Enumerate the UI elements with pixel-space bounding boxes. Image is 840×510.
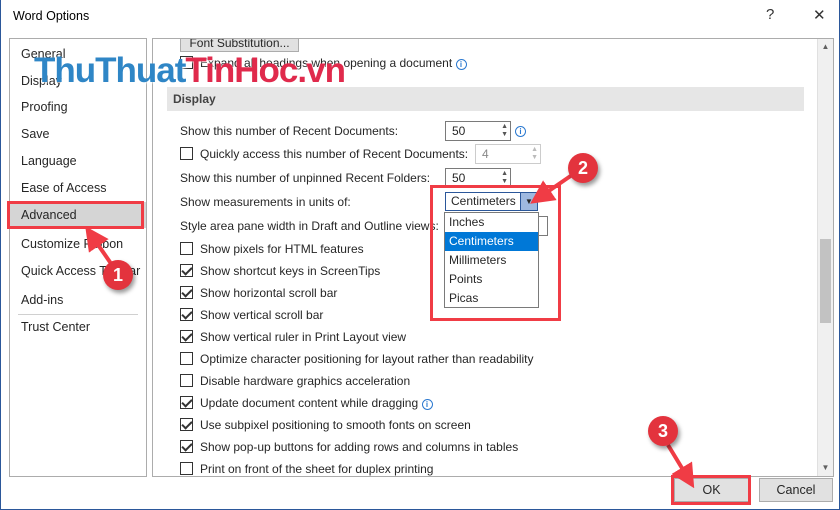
sidebar: General Display Proofing Save Language E… [9,38,147,477]
checkbox[interactable] [180,440,193,453]
checkbox[interactable] [180,242,193,255]
option-checkbox-row[interactable]: Show horizontal scroll bar [180,284,337,302]
option-checkbox-row[interactable]: Show vertical ruler in Print Layout view [180,328,406,346]
option-label: Show vertical ruler in Print Layout view [200,330,407,344]
option-checkbox-row[interactable]: Disable hardware graphics acceleration [180,372,410,390]
checkbox[interactable] [180,374,193,387]
option-checkbox-row[interactable]: Print on front of the sheet for duplex p… [180,460,434,476]
option-checkbox-row[interactable]: Show vertical scroll bar [180,306,323,324]
option-label: Show shortcut keys in ScreenTips [200,264,381,278]
spin-arrows-icon: ▲ ▼ [531,146,538,161]
option-checkbox-row[interactable]: Show shortcut keys in ScreenTips [180,262,380,280]
scrollbar-thumb[interactable] [820,239,831,323]
spinner-value: 50 [452,171,466,185]
sidebar-item-add-ins[interactable]: Add-ins [10,287,146,313]
scroll-down-icon[interactable]: ▼ [818,460,833,476]
close-button[interactable]: ✕ [813,6,826,24]
help-button[interactable]: ? [766,6,774,23]
dialog-title: Word Options [13,9,90,23]
checkbox[interactable] [180,396,193,409]
option-label: Show pixels for HTML features [200,242,364,256]
checkbox[interactable] [180,264,193,277]
checkbox[interactable] [180,308,193,321]
sidebar-item-customize-ribbon[interactable]: Customize Ribbon [10,231,146,257]
checkbox[interactable] [180,147,193,160]
spin-arrows-icon[interactable]: ▲ ▼ [501,170,508,186]
option-label: Print on front of the sheet for duplex p… [200,462,434,476]
step-badge-2: 2 [568,153,598,183]
quick-access-option[interactable]: Quickly access this number of Recent Doc… [180,145,468,163]
option-label: Quickly access this number of Recent Doc… [200,147,469,161]
sidebar-item-save[interactable]: Save [10,121,146,147]
style-area-label: Style area pane width in Draft and Outli… [180,219,439,233]
option-label: Use subpixel positioning to smooth fonts… [200,418,471,432]
spinner-value: 4 [482,147,489,161]
option-label: Disable hardware graphics acceleration [200,374,411,388]
spinner-value: 50 [452,124,466,138]
checkbox[interactable] [180,330,193,343]
option-label: Show pop-up buttons for adding rows and … [200,440,519,454]
font-substitution-button[interactable]: Font Substitution... [180,39,299,52]
quick-access-spinner: 4 ▲ ▼ [475,144,541,164]
recent-folders-label: Show this number of unpinned Recent Fold… [180,171,431,185]
step-badge-3: 3 [648,416,678,446]
checkbox[interactable] [180,418,193,431]
option-label: Show vertical scroll bar [200,308,324,322]
highlight-dropdown [430,185,561,321]
sidebar-item-proofing[interactable]: Proofing [10,94,146,120]
option-checkbox-row[interactable]: Show pop-up buttons for adding rows and … [180,438,518,456]
option-checkbox-row[interactable]: Show pixels for HTML features [180,240,364,258]
highlight-advanced [7,201,144,229]
cancel-button[interactable]: Cancel [759,478,833,502]
info-icon: i [421,399,433,410]
checkbox[interactable] [180,352,193,365]
spin-arrows-icon[interactable]: ▲ ▼ [501,123,508,139]
option-label: Optimize character positioning for layou… [200,352,534,366]
vertical-scrollbar[interactable]: ▲ ▼ [817,39,833,476]
step-badge-1: 1 [103,260,133,290]
sidebar-item-ease-of-access[interactable]: Ease of Access [10,175,146,201]
option-label: Show horizontal scroll bar [200,286,338,300]
info-icon: i [515,126,526,137]
checkbox[interactable] [180,462,193,475]
measurements-label: Show measurements in units of: [180,195,351,209]
scroll-up-icon[interactable]: ▲ [818,39,833,55]
option-checkbox-row[interactable]: Optimize character positioning for layou… [180,350,534,368]
recent-docs-label: Show this number of Recent Documents: [180,124,399,138]
watermark-logo: ThuThuatTinHoc.vn [34,51,346,90]
option-checkbox-row[interactable]: Use subpixel positioning to smooth fonts… [180,416,471,434]
sidebar-item-trust-center[interactable]: Trust Center [10,314,146,340]
highlight-ok [671,475,751,505]
option-label: Update document content while dragging [200,396,419,410]
sidebar-item-language[interactable]: Language [10,148,146,174]
checkbox[interactable] [180,286,193,299]
info-icon: i [455,59,467,70]
option-checkbox-row[interactable]: Update document content while dragging i [180,394,433,412]
recent-docs-spinner[interactable]: 50 ▲ ▼ [445,121,511,141]
